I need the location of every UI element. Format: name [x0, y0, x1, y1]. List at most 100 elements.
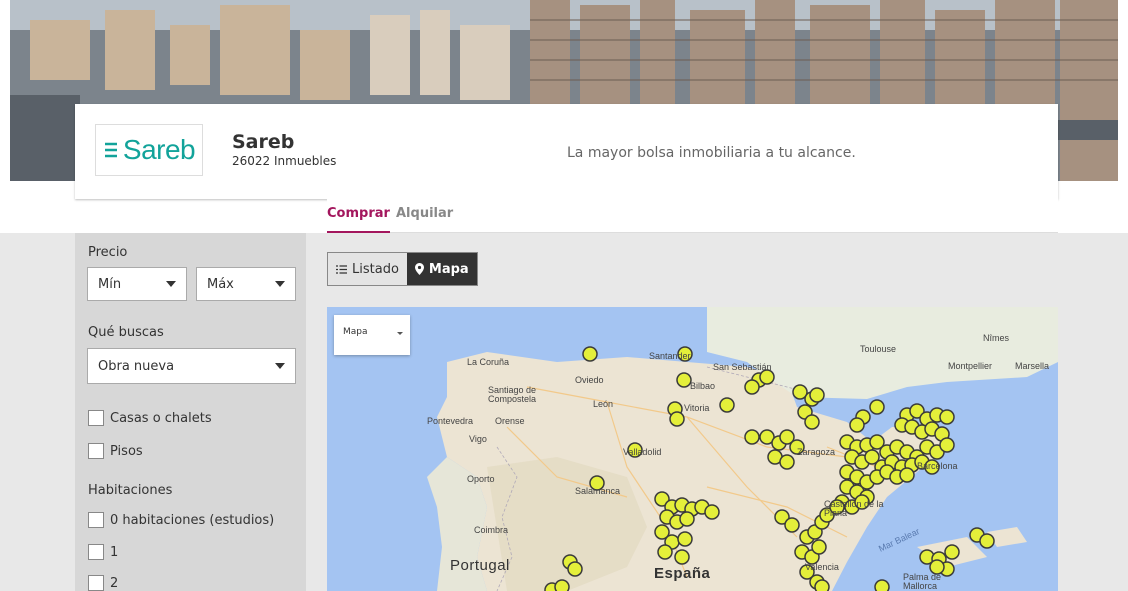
- property-marker[interactable]: [719, 397, 735, 413]
- property-marker[interactable]: [779, 454, 795, 470]
- company-name: Sareb: [232, 131, 295, 153]
- checkbox-box[interactable]: [88, 512, 104, 528]
- list-icon: [336, 264, 347, 274]
- checkbox-label: 0 habitaciones (estudios): [110, 512, 275, 528]
- map-label-santander: Santander: [649, 351, 691, 361]
- property-marker[interactable]: [809, 387, 825, 403]
- price-min-select[interactable]: Mín: [87, 267, 187, 301]
- operation-tabs: Comprar Alquilar: [327, 199, 1058, 233]
- tab-alquilar[interactable]: Alquilar: [396, 206, 453, 221]
- view-toggle: Listado Mapa: [327, 252, 478, 286]
- property-marker[interactable]: [554, 579, 570, 591]
- property-type-select[interactable]: Obra nueva: [87, 348, 296, 384]
- map-label-vigo: Vigo: [469, 434, 487, 444]
- checkbox-rooms-0[interactable]: 0 habitaciones (estudios): [88, 512, 274, 528]
- property-marker[interactable]: [669, 411, 685, 427]
- property-marker[interactable]: [657, 544, 673, 560]
- price-label: Precio: [88, 245, 128, 260]
- map-pin-icon: [414, 263, 424, 275]
- map-label-toulouse: Toulouse: [860, 344, 897, 354]
- property-marker[interactable]: [759, 369, 775, 385]
- chevron-down-icon: [397, 332, 403, 335]
- property-marker[interactable]: [874, 579, 890, 591]
- tab-comprar[interactable]: Comprar: [327, 206, 390, 233]
- map-label-la-coruna: La Coruña: [467, 357, 510, 367]
- chevron-down-icon: [275, 363, 285, 369]
- map-label-marseille: Marsella: [1015, 361, 1050, 371]
- map-label-pontevedra: Pontevedra: [427, 416, 474, 426]
- map-label-castellon: Castellón de la Plana: [824, 499, 884, 518]
- map-label-valencia: Valencia: [805, 562, 839, 572]
- property-marker[interactable]: [804, 414, 820, 430]
- property-marker[interactable]: [979, 533, 995, 549]
- property-marker[interactable]: [811, 539, 827, 555]
- property-marker[interactable]: [814, 579, 830, 591]
- property-marker[interactable]: [744, 379, 760, 395]
- checkbox-label: 2: [110, 575, 119, 591]
- property-marker[interactable]: [704, 504, 720, 520]
- property-marker[interactable]: [567, 561, 583, 577]
- map-label-barcelona: Barcelona: [917, 461, 958, 471]
- map-label-bilbao: Bilbao: [690, 381, 716, 391]
- company-card: Sareb Sareb 26022 Inmuebles La mayor bol…: [75, 104, 1058, 199]
- property-type-value: Obra nueva: [98, 358, 175, 374]
- map-label-santiago: Santiago de Compostela: [488, 385, 537, 404]
- map-type-selector[interactable]: Mapa: [334, 315, 410, 355]
- property-marker[interactable]: [939, 437, 955, 453]
- filters-sidebar: Precio Mín Máx Qué buscas Obra nueva Cas…: [75, 233, 306, 591]
- property-marker[interactable]: [944, 544, 960, 560]
- map-label-san-sebastian: San Sebastián: [713, 362, 772, 372]
- property-marker[interactable]: [899, 467, 915, 483]
- property-marker[interactable]: [677, 531, 693, 547]
- chevron-down-icon: [275, 281, 285, 287]
- property-marker[interactable]: [744, 429, 760, 445]
- checkbox-casas[interactable]: Casas o chalets: [88, 410, 212, 426]
- checkbox-box[interactable]: [88, 443, 104, 459]
- list-view-button[interactable]: Listado: [328, 253, 407, 285]
- property-marker[interactable]: [849, 417, 865, 433]
- price-max-select[interactable]: Máx: [196, 267, 296, 301]
- map-label-leon: León: [593, 399, 614, 409]
- map-view-button[interactable]: Mapa: [406, 253, 477, 285]
- map-type-label: Mapa: [343, 327, 368, 337]
- checkbox-label: 1: [110, 544, 119, 560]
- checkbox-label: Casas o chalets: [110, 410, 212, 426]
- property-marker[interactable]: [939, 409, 955, 425]
- list-view-label: Listado: [352, 261, 399, 277]
- company-tagline: La mayor bolsa inmobiliaria a tu alcance…: [567, 145, 856, 161]
- checkbox-box[interactable]: [88, 544, 104, 560]
- results-map[interactable]: Mapa La Coruña Oviedo Santander Bilbao S…: [327, 307, 1058, 591]
- checkbox-rooms-1[interactable]: 1: [88, 544, 118, 560]
- company-logo: Sareb: [95, 124, 203, 176]
- checkbox-box[interactable]: [88, 575, 104, 591]
- chevron-down-icon: [166, 281, 176, 287]
- property-marker[interactable]: [582, 346, 598, 362]
- map-label-nimes: Nîmes: [983, 333, 1010, 343]
- property-marker[interactable]: [679, 511, 695, 527]
- map-label-oviedo: Oviedo: [575, 375, 604, 385]
- map-label-espana: España: [654, 565, 711, 582]
- property-count: 26022 Inmuebles: [232, 154, 337, 168]
- property-marker[interactable]: [676, 372, 692, 388]
- property-marker[interactable]: [674, 549, 690, 565]
- map-label-orense: Orense: [495, 416, 525, 426]
- type-label: Qué buscas: [88, 325, 164, 340]
- map-label-valladolid: Valladolid: [623, 447, 662, 457]
- rooms-label: Habitaciones: [88, 483, 173, 498]
- sareb-logo-icon: [104, 142, 117, 158]
- map-label-palma: Palma de Mallorca: [903, 572, 942, 591]
- map-view-label: Mapa: [428, 261, 469, 277]
- property-marker[interactable]: [869, 399, 885, 415]
- map-label-zaragoza: Zaragoza: [797, 447, 836, 457]
- checkbox-rooms-2[interactable]: 2: [88, 575, 118, 591]
- map-label-vitoria: Vitoria: [684, 403, 710, 413]
- price-min-value: Mín: [98, 276, 122, 292]
- map-label-salamanca: Salamanca: [575, 486, 621, 496]
- page: Sareb Sareb 26022 Inmuebles La mayor bol…: [0, 0, 1128, 591]
- checkbox-label: Pisos: [110, 443, 143, 459]
- price-max-value: Máx: [207, 276, 234, 292]
- property-marker[interactable]: [784, 517, 800, 533]
- logo-text: Sareb: [122, 134, 196, 165]
- checkbox-pisos[interactable]: Pisos: [88, 443, 143, 459]
- checkbox-box[interactable]: [88, 410, 104, 426]
